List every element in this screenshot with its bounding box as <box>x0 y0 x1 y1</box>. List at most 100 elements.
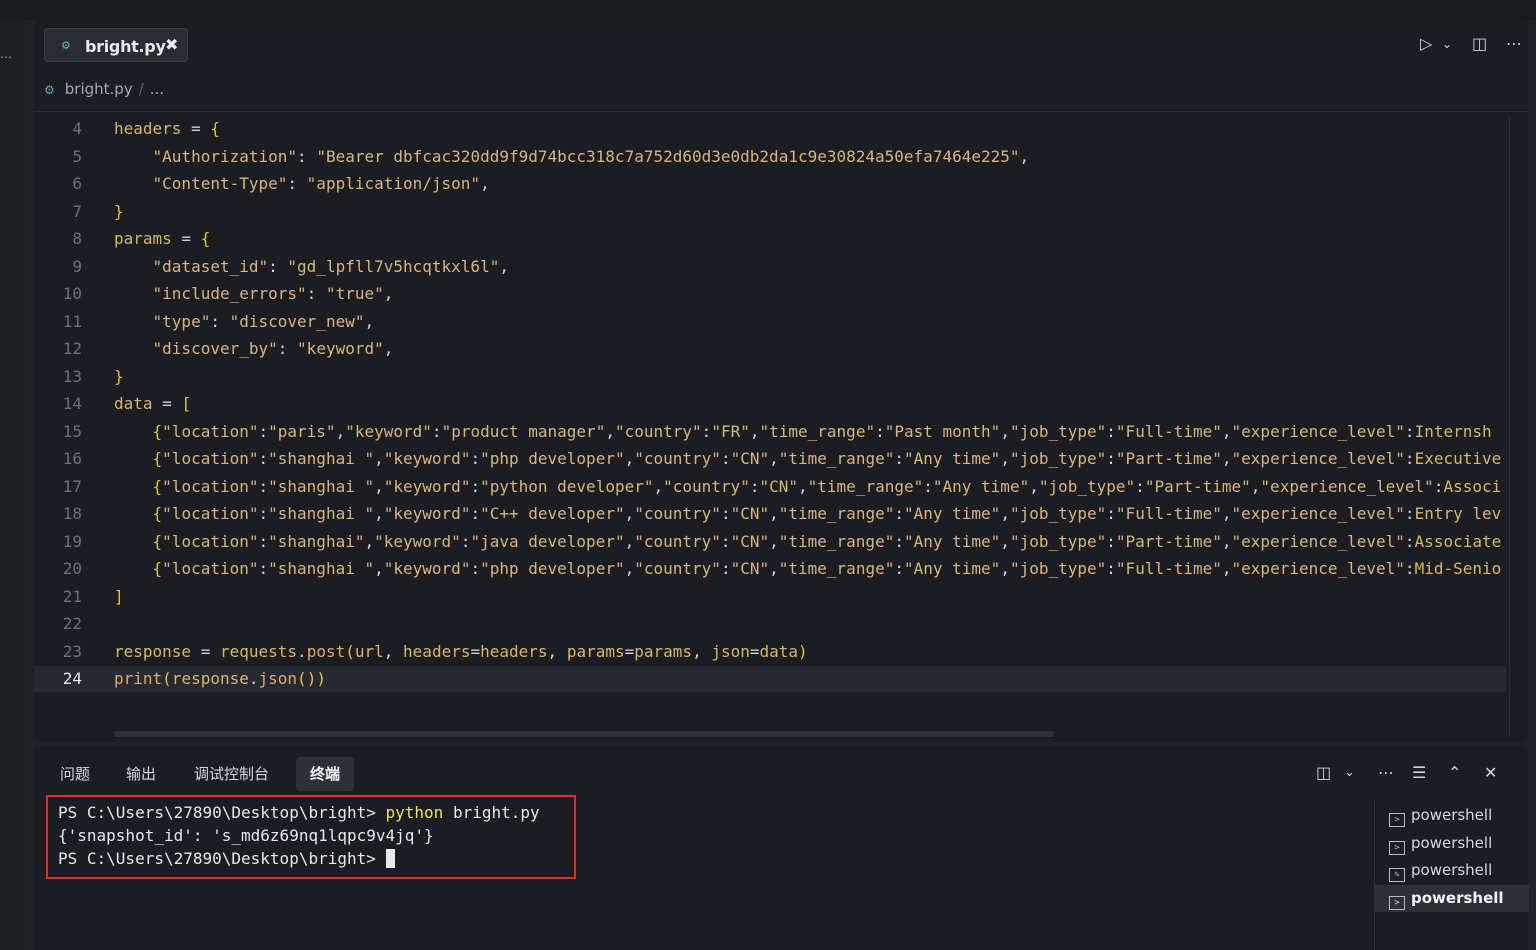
vertical-scrollbar[interactable] <box>1509 116 1520 736</box>
code-text: response = requests.post(url, headers=he… <box>114 641 808 661</box>
split-terminal-icon[interactable]: ◫ <box>1316 763 1331 782</box>
code-text: } <box>114 366 124 386</box>
code-line[interactable]: 22 <box>34 611 1506 637</box>
breadcrumb-file[interactable]: bright.py <box>65 80 133 98</box>
tab-output[interactable]: 输出 <box>112 757 170 791</box>
terminal-edit-icon: ✎ <box>1389 868 1405 882</box>
terminal-icon: > <box>1389 813 1405 827</box>
code-text: "type": "discover_new", <box>152 311 375 331</box>
breadcrumb: ⚙ bright.py /... <box>44 80 164 100</box>
code-line[interactable]: 8 params = { <box>34 226 1506 252</box>
line-number: 24 <box>62 669 82 688</box>
terminal-instance-label: powershell <box>1411 889 1504 907</box>
close-tab-icon[interactable]: ✖ <box>165 35 178 54</box>
tab-problems[interactable]: 问题 <box>46 757 104 791</box>
terminal-instance[interactable]: > powershell <box>1375 830 1529 857</box>
code-line[interactable]: 24 print(response.json()) <box>34 666 1506 692</box>
tab-terminal[interactable]: 终端 <box>296 757 355 791</box>
terminal-instance-label: powershell <box>1411 834 1493 852</box>
terminal-output[interactable]: PS C:\Users\27890\Desktop\bright> python… <box>58 801 540 870</box>
chevron-down-icon[interactable]: ⌄ <box>1442 37 1452 51</box>
code-text: params = { <box>114 229 211 248</box>
split-editor-icon[interactable]: ◫ <box>1472 34 1487 53</box>
title-strip <box>0 0 1536 20</box>
code-text: "dataset_id": "gd_lpfll7v5hcqtkxl6l", <box>152 256 509 276</box>
tab-filename: bright.py <box>85 37 166 56</box>
code-line[interactable]: 10 "include_errors": "true", <box>34 281 1506 307</box>
line-number: 13 <box>62 366 82 386</box>
line-number: 12 <box>62 339 82 358</box>
terminal-list: > powershell > powershell ✎ powershell > pow… <box>1374 800 1529 950</box>
python-file-icon: ⚙ <box>44 83 55 97</box>
line-number: 11 <box>62 311 82 331</box>
terminal-result: {'snapshot_id': 's_md6z69nq1lqpc9v4jq'} <box>58 826 434 845</box>
code-line[interactable]: 19 {"location":"shanghai","keyword":"jav… <box>34 529 1506 555</box>
terminal-instance[interactable]: > powershell <box>1375 885 1529 912</box>
terminal-instance-label: powershell <box>1411 861 1493 879</box>
code-text: "discover_by": "keyword", <box>152 339 394 358</box>
code-text: headers = { <box>114 119 220 138</box>
code-line[interactable]: 13} <box>34 364 1506 390</box>
code-line[interactable]: 18 {"location":"shanghai ","keyword":"C+… <box>34 501 1506 527</box>
code-text: ] <box>114 586 124 606</box>
line-number: 15 <box>62 421 82 441</box>
line-number: 21 <box>62 586 82 606</box>
line-number: 10 <box>62 284 82 303</box>
maximize-panel-icon[interactable]: ⌃ <box>1448 763 1461 782</box>
code-line[interactable]: 14 data = [ <box>34 391 1506 417</box>
terminal-icon: > <box>1389 896 1405 910</box>
editor-area: ⚙ bright.py ✖ ▷ ⌄ ◫ ⋯ ⚙ bright.py /... 4 he… <box>34 20 1528 742</box>
more-icon[interactable]: ⋯ <box>0 50 12 64</box>
line-number: 22 <box>62 614 82 633</box>
more-icon[interactable]: ⋯ <box>1378 763 1394 782</box>
line-number: 7 <box>72 201 82 221</box>
tab-debug-console[interactable]: 调试控制台 <box>180 757 283 791</box>
line-number: 19 <box>62 531 82 551</box>
code-line[interactable]: 23 response = requests.post(url, headers=… <box>34 639 1506 665</box>
code-line[interactable]: 12 "discover_by": "keyword", <box>34 336 1506 362</box>
play-icon[interactable]: ▷ <box>1420 34 1432 53</box>
breadcrumb-rest[interactable]: ... <box>150 80 164 98</box>
editor-tab[interactable]: ⚙ bright.py ✖ <box>44 28 188 62</box>
code-line[interactable]: 6 "Content-Type": "application/json", <box>34 171 1506 197</box>
code-text: {"location":"shanghai ","keyword":"php d… <box>152 449 1502 468</box>
settings-sliders-icon[interactable]: ☰ <box>1412 763 1426 782</box>
terminal-command-arg: bright.py <box>443 803 540 822</box>
horizontal-scrollbar[interactable] <box>114 731 1054 737</box>
code-text: } <box>114 201 124 221</box>
line-number: 8 <box>72 229 82 248</box>
breadcrumb-separator: / <box>138 80 144 98</box>
terminal-instance-label: powershell <box>1411 806 1493 824</box>
terminal-icon: > <box>1389 841 1405 855</box>
line-number: 9 <box>72 256 82 276</box>
line-number: 6 <box>72 174 82 193</box>
code-line[interactable]: 17 {"location":"shanghai ","keyword":"py… <box>34 474 1506 500</box>
code-text: "Content-Type": "application/json", <box>152 174 490 193</box>
more-icon[interactable]: ⋯ <box>1506 34 1522 53</box>
code-editor[interactable]: 4 headers = { 5 "Authorization": "Bearer d… <box>34 116 1506 726</box>
line-number: 4 <box>72 119 82 138</box>
editor-toolbar: ▷ ⌄ ◫ ⋯ <box>1388 34 1528 58</box>
code-line[interactable]: 7} <box>34 199 1506 225</box>
code-text: {"location":"paris","keyword":"product m… <box>152 421 1492 441</box>
line-number: 20 <box>62 559 82 578</box>
activity-bar: ⋯ <box>0 20 24 950</box>
line-number: 14 <box>62 394 82 413</box>
code-line[interactable]: 15 {"location":"paris","keyword":"produc… <box>34 419 1506 445</box>
code-line[interactable]: 5 "Authorization": "Bearer dbfcac320dd9f… <box>34 144 1506 170</box>
line-number: 17 <box>62 476 82 496</box>
code-text: "include_errors": "true", <box>152 284 394 303</box>
code-line[interactable]: 11 "type": "discover_new", <box>34 309 1506 335</box>
terminal-prompt: PS C:\Users\27890\Desktop\bright> <box>58 849 386 868</box>
terminal-instance[interactable]: ✎ powershell <box>1375 857 1529 884</box>
code-text: print(response.json()) <box>114 669 326 688</box>
code-line[interactable]: 20 {"location":"shanghai ","keyword":"ph… <box>34 556 1506 582</box>
code-line[interactable]: 16 {"location":"shanghai ","keyword":"ph… <box>34 446 1506 472</box>
close-panel-icon[interactable]: ✕ <box>1484 763 1497 782</box>
code-line[interactable]: 9 "dataset_id": "gd_lpfll7v5hcqtkxl6l", <box>34 254 1506 280</box>
chevron-down-icon[interactable]: ⌄ <box>1344 765 1355 780</box>
code-line[interactable]: 21] <box>34 584 1506 610</box>
terminal-instance[interactable]: > powershell <box>1375 802 1529 829</box>
python-file-icon: ⚙ <box>61 39 71 52</box>
code-line[interactable]: 4 headers = { <box>34 116 1506 142</box>
